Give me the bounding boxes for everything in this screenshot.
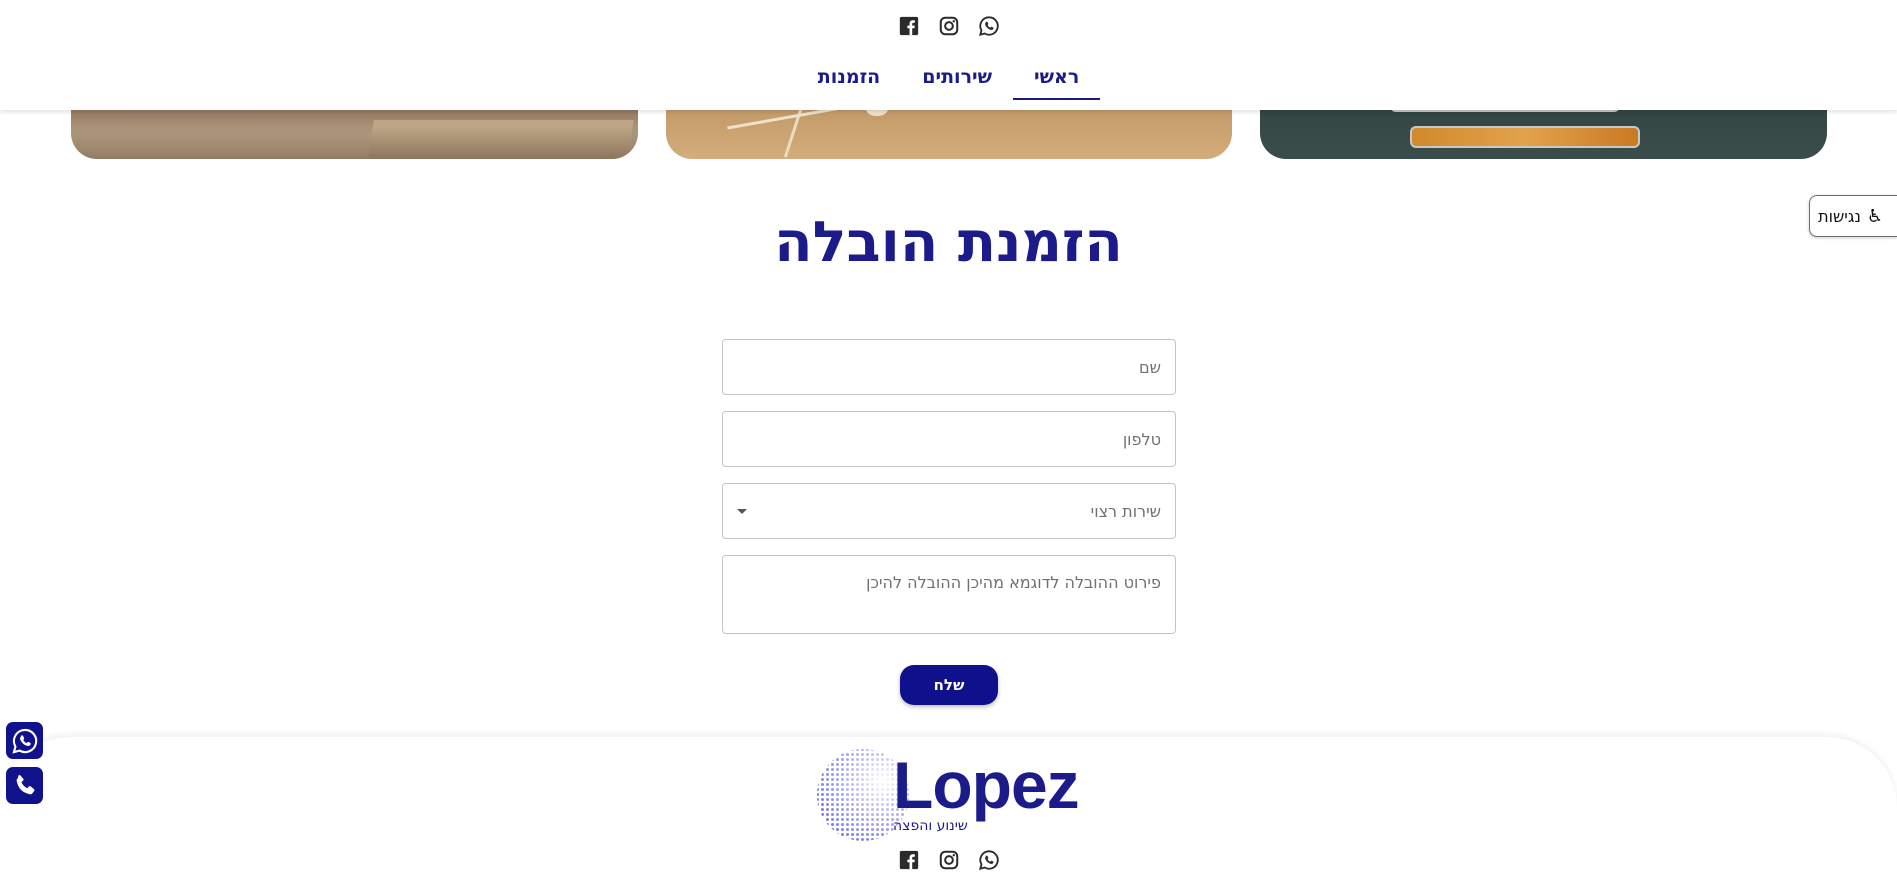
instagram-icon[interactable] <box>937 14 961 38</box>
whatsapp-icon <box>11 728 37 754</box>
floating-phone-button[interactable] <box>6 767 43 804</box>
logo-wordmark: Lopez <box>893 748 1080 822</box>
send-button[interactable]: שלח <box>900 665 998 705</box>
name-input[interactable] <box>723 340 1175 394</box>
main-nav: ראשי שירותים הזמנות <box>0 62 1897 100</box>
phone-icon <box>16 774 35 794</box>
whatsapp-icon[interactable] <box>977 848 1001 872</box>
whatsapp-icon[interactable] <box>977 14 1001 38</box>
service-select-placeholder: שירות רצוי <box>1090 501 1161 521</box>
logo-subtitle: שינוע והפצה <box>893 818 968 834</box>
footer-social-links <box>0 848 1897 872</box>
nav-item-home[interactable]: ראשי <box>1013 62 1101 100</box>
header-social-links <box>0 14 1897 38</box>
name-field <box>722 339 1176 395</box>
facebook-icon[interactable] <box>897 14 921 38</box>
site-header: ראשי שירותים הזמנות <box>0 0 1897 110</box>
image-shade <box>71 127 638 159</box>
tray-decor <box>1410 126 1640 148</box>
phone-field <box>722 411 1176 467</box>
floating-whatsapp-button[interactable] <box>6 722 43 759</box>
nav-item-services[interactable]: שירותים <box>901 62 1013 100</box>
nav-item-orders[interactable]: הזמנות <box>797 62 902 100</box>
facebook-icon[interactable] <box>897 848 921 872</box>
chevron-down-icon <box>737 508 747 514</box>
instagram-icon[interactable] <box>937 848 961 872</box>
service-select[interactable]: שירות רצוי <box>722 483 1176 539</box>
details-field <box>722 555 1176 634</box>
logo[interactable]: Lopez שינוע והפצה <box>815 745 1087 849</box>
details-textarea[interactable] <box>723 556 1175 633</box>
phone-input[interactable] <box>723 412 1175 466</box>
page-title: הזמנת הובלה <box>774 210 1123 275</box>
